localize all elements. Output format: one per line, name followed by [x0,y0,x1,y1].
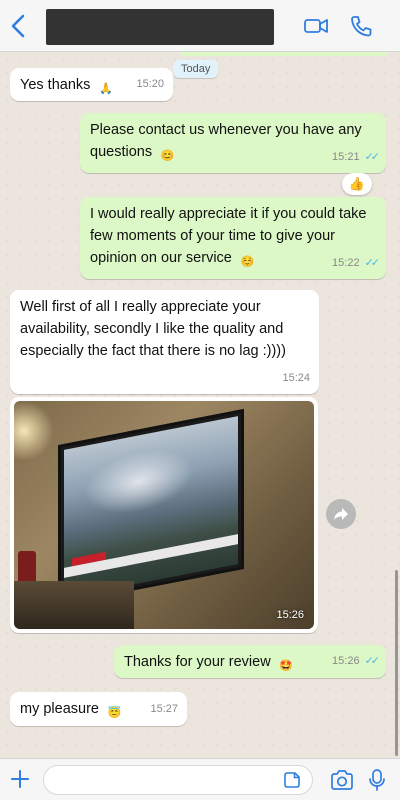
emoji-smile: 😊 [160,150,175,162]
read-ticks-icon: ✓✓ [364,151,381,163]
message-incoming[interactable]: Yes thanks 🙏 15:20 [10,68,173,101]
emoji-pray: 🙏 [99,83,113,95]
scrollbar[interactable] [395,570,398,756]
sticker-icon[interactable] [283,771,301,789]
chat-header [0,0,400,52]
date-chip: Today [173,60,219,78]
emoji-relieved: ☺️ [240,256,255,268]
message-text: Well first of all I really appreciate yo… [20,299,286,359]
camera-icon[interactable] [330,769,354,791]
chat-area[interactable]: Today Yes thanks 🙏 15:20 Please contact … [0,52,400,758]
chevron-left-icon[interactable] [8,13,30,39]
message-text: Please contact us whenever you have any … [90,122,362,160]
microphone-icon[interactable] [368,768,386,792]
message-incoming[interactable]: Well first of all I really appreciate yo… [10,290,319,394]
tv-shelf [14,581,134,629]
message-input[interactable] [43,765,313,795]
tv-screen [64,416,238,598]
message-incoming[interactable]: my pleasure 😇 15:27 [10,692,187,726]
message-outgoing[interactable]: I would really appreciate it if you coul… [80,197,386,279]
video-camera-icon[interactable] [303,14,329,38]
message-time: 15:21 [332,151,360,163]
message-outgoing[interactable]: Please contact us whenever you have any … [80,113,386,173]
message-time: 15:26 [276,609,304,621]
message-text: I would really appreciate it if you coul… [90,206,367,266]
message-time: 15:27 [150,703,178,715]
emoji-star-struck: 🤩 [279,660,294,672]
message-text: my pleasure [20,701,99,717]
message-time: 15:22 [332,257,360,269]
message-text: Thanks for your review [124,654,271,670]
message-time: 15:24 [282,372,310,384]
television [58,408,244,606]
message-time: 15:20 [136,78,164,90]
read-ticks-icon: ✓✓ [364,257,381,269]
lamp-glow [14,401,54,461]
plus-icon[interactable] [8,767,32,791]
contact-name-redacted[interactable] [46,9,274,45]
message-input-bar [0,758,400,800]
message-text: Yes thanks [20,77,91,93]
tv-smoke [84,440,194,523]
forward-icon[interactable] [326,499,356,529]
phone-icon[interactable] [348,14,374,38]
emoji-halo: 😇 [107,707,122,719]
tv-photo[interactable]: 15:26 [14,401,314,629]
message-time: 15:26 [332,655,360,667]
message-outgoing[interactable]: Thanks for your review 🤩 15:26 ✓✓ [114,645,386,678]
read-ticks-icon: ✓✓ [364,655,381,667]
reaction-thumbs-up[interactable]: 👍 [342,173,372,195]
message-photo[interactable]: 15:26 [10,397,318,633]
previous-message-tail [178,52,390,56]
